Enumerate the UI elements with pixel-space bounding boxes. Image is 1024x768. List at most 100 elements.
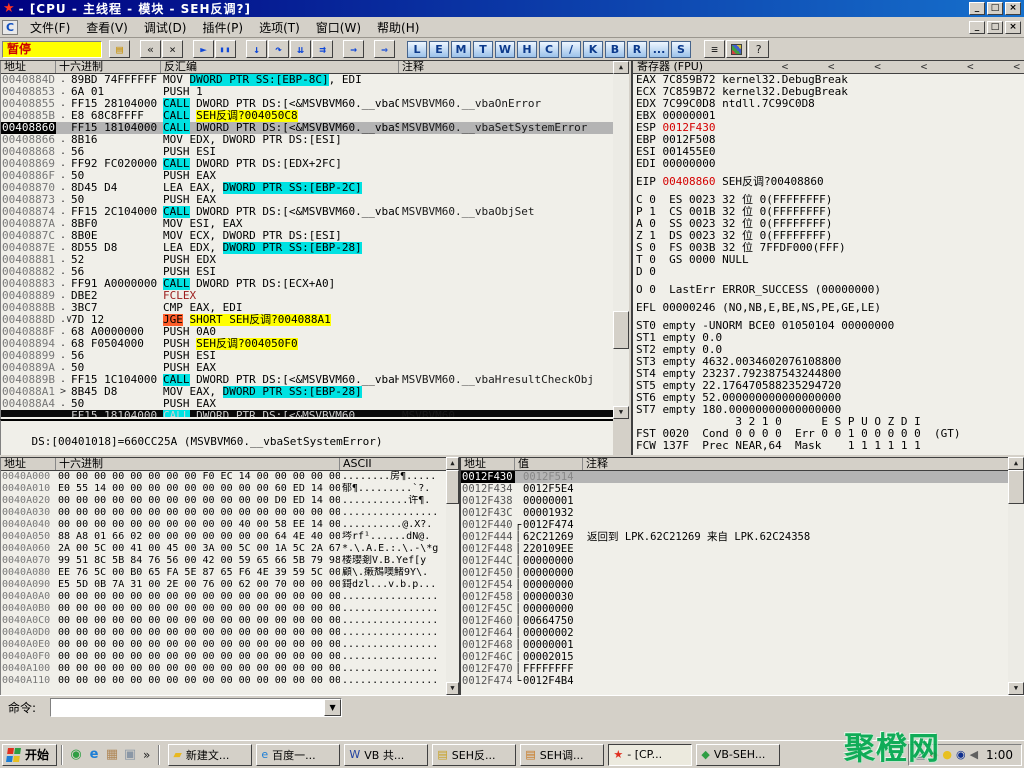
disasm-row[interactable]: 0040889A.50PUSH EAX	[1, 362, 613, 374]
tray-shield-icon[interactable]: ◆	[930, 749, 938, 760]
register-line[interactable]: ESP 0012F430	[633, 122, 1024, 134]
dump-row[interactable]: 0040A0E000 00 00 00 00 00 00 00 00 00 00…	[1, 639, 446, 651]
disasm-row[interactable]: 0040888D.∨7D 12JGE SHORT SEH反调?004088A1	[1, 314, 613, 326]
stack-scrollbar[interactable]: ▲ ▼	[1008, 457, 1024, 695]
dump-row[interactable]: 0040A05088 A8 01 66 02 00 00 00 00 00 00…	[1, 531, 446, 543]
register-line[interactable]: EDI 00000000	[633, 158, 1024, 170]
mdi-restore-button[interactable]: □	[987, 21, 1003, 34]
dump-row[interactable]: 0040A00000 00 00 00 00 00 00 00 F0 EC 14…	[1, 471, 446, 483]
chevron-down-icon[interactable]: ▼	[324, 699, 341, 716]
scroll-up-icon[interactable]: ▲	[1008, 457, 1024, 470]
dump-scrollbar[interactable]: ▲ ▼	[446, 457, 459, 695]
appearance-button[interactable]	[726, 40, 747, 58]
register-line[interactable]: Z 1 DS 0023 32 位 0(FFFFFFFF)	[633, 230, 1024, 242]
command-combobox[interactable]: ▼	[50, 698, 342, 717]
disasm-row[interactable]: 0040888B.3BC7CMP EAX, EDI	[1, 302, 613, 314]
disasm-row[interactable]: 00408870.8D45 D4LEA EAX, DWORD PTR SS:[E…	[1, 182, 613, 194]
toolbar-letter-B[interactable]: B	[605, 41, 625, 58]
dump-row[interactable]: 0040A0D000 00 00 00 00 00 00 00 00 00 00…	[1, 627, 446, 639]
stack-row[interactable]: 0012F440┌0012F474	[461, 519, 1008, 531]
dump-scroll-thumb[interactable]	[446, 470, 459, 504]
stack-row[interactable]: 0012F430 0012F514	[461, 471, 1008, 483]
stack-row[interactable]: 0012F458│00000030	[461, 591, 1008, 603]
disasm-row[interactable]: 00408853.6A 01PUSH 1	[1, 86, 613, 98]
ql-media-icon[interactable]: ▣	[121, 746, 139, 764]
restore-button[interactable]: □	[987, 2, 1003, 15]
dump-row[interactable]: 0040A02000 00 00 00 00 00 00 00 00 00 00…	[1, 495, 446, 507]
stack-row[interactable]: 0012F434 0012F5E4	[461, 483, 1008, 495]
disasm-row[interactable]: 0040887A.8BF0MOV ESI, EAX	[1, 218, 613, 230]
disasm-row[interactable]: 00408855.FF15 28104000CALL DWORD PTR DS:…	[1, 98, 613, 110]
stack-row[interactable]: 0012F46C│00002015	[461, 651, 1008, 663]
dump-col-address[interactable]: 地址	[1, 458, 56, 470]
minimize-button[interactable]: _	[969, 2, 985, 15]
chevron-right-icon[interactable]: »	[139, 748, 154, 762]
close-process-button[interactable]: ×	[162, 40, 183, 58]
task-seh-doc2[interactable]: ▤SEH调...	[520, 744, 604, 766]
start-button[interactable]: 开始	[2, 744, 57, 766]
disasm-row[interactable]: 00408873.50PUSH EAX	[1, 194, 613, 206]
disasm-row[interactable]: 00408889.DBE2FCLEX	[1, 290, 613, 302]
menu-help[interactable]: 帮助(H)	[369, 17, 427, 38]
stack-col-address[interactable]: 地址	[461, 458, 515, 470]
menu-options[interactable]: 选项(T)	[251, 17, 308, 38]
disasm-row[interactable]: FF15 18104000CALL DWORD PTR DS:[<&MSVBVM…	[1, 410, 613, 417]
dump-row[interactable]: 0040A0B000 00 00 00 00 00 00 00 00 00 00…	[1, 603, 446, 615]
dump-row[interactable]: 0040A0A000 00 00 00 00 00 00 00 00 00 00…	[1, 591, 446, 603]
tray-moon-icon[interactable]: ●	[942, 749, 952, 760]
stack-row[interactable]: 0012F470│FFFFFFFF	[461, 663, 1008, 675]
tray-volume-icon[interactable]: ◀	[970, 749, 978, 760]
dump-col-hex[interactable]: 十六进制	[56, 458, 340, 470]
task-seh-doc[interactable]: ▤SEH反...	[432, 744, 516, 766]
disasm-scrollbar[interactable]: ▲ ▼	[613, 61, 629, 419]
menu-window[interactable]: 窗口(W)	[308, 17, 369, 38]
task-vb-doc[interactable]: WVB 共...	[344, 744, 428, 766]
register-line[interactable]: O 0 LastErr ERROR_SUCCESS (00000000)	[633, 284, 1024, 296]
stack-row[interactable]: 0012F468│00000001	[461, 639, 1008, 651]
memory-dump-pane[interactable]: 地址 十六进制 ASCII 0040A00000 00 00 00 00 00 …	[0, 457, 446, 695]
disasm-row[interactable]: 00408866.8B16MOV EDX, DWORD PTR DS:[ESI]	[1, 134, 613, 146]
disasm-row[interactable]: 00408874.FF15 2C104000CALL DWORD PTR DS:…	[1, 206, 613, 218]
registers-pane[interactable]: 寄存器 (FPU) < < < < < < EAX 7C859B72 kerne…	[631, 61, 1024, 455]
disasm-row[interactable]: 0040887C.8B0EMOV ECX, DWORD PTR DS:[ESI]	[1, 230, 613, 242]
toolbar-letter-K[interactable]: K	[583, 41, 603, 58]
stack-row[interactable]: 0012F450│00000000	[461, 567, 1008, 579]
mdi-minimize-button[interactable]: _	[969, 21, 985, 34]
scroll-up-icon[interactable]: ▲	[613, 61, 629, 74]
dump-row[interactable]: 0040A0C000 00 00 00 00 00 00 00 00 00 00…	[1, 615, 446, 627]
toolbar-letter-E[interactable]: E	[429, 41, 449, 58]
toolbar-letter-C[interactable]: C	[539, 41, 559, 58]
taskbar-clock[interactable]: 1:00	[986, 748, 1013, 762]
stack-row[interactable]: 0012F448│220109EE	[461, 543, 1008, 555]
windows-list-button[interactable]: ≡	[704, 40, 725, 58]
register-line[interactable]: ST3 empty 4632.0034602076108800	[633, 356, 1024, 368]
task-ollydbg-cpu[interactable]: ★- [CP...	[608, 744, 692, 766]
registers-collapse-arrows[interactable]: < < < < < <	[782, 61, 1020, 73]
register-line[interactable]: D 0	[633, 266, 1024, 278]
disasm-row[interactable]: 00408899.56PUSH ESI	[1, 350, 613, 362]
disasm-row[interactable]: 004088A4.50PUSH EAX	[1, 398, 613, 410]
disassembly-pane[interactable]: 地址 十六进制 反汇编 注释 0040884D.89BD 74FFFFFFMOV…	[0, 61, 613, 419]
stack-row[interactable]: 0012F438 00000001	[461, 495, 1008, 507]
toolbar-letter-L[interactable]: L	[407, 41, 427, 58]
disasm-row[interactable]: 00408868.56PUSH ESI	[1, 146, 613, 158]
stack-row[interactable]: 0012F454│00000000	[461, 579, 1008, 591]
dump-row[interactable]: 0040A10000 00 00 00 00 00 00 00 00 00 00…	[1, 663, 446, 675]
stack-row[interactable]: 0012F44C│00000000	[461, 555, 1008, 567]
register-line[interactable]: ST5 empty 22.176470588235294720	[633, 380, 1024, 392]
run-button[interactable]: ►	[193, 40, 214, 58]
open-file-button[interactable]: ▤	[109, 40, 130, 58]
task-vb-seh[interactable]: ◆VB-SEH...	[696, 744, 780, 766]
disasm-row[interactable]: 004088A1>8B45 D8MOV EAX, DWORD PTR SS:[E…	[1, 386, 613, 398]
disasm-row[interactable]: 00408883.FF91 A0000000CALL DWORD PTR DS:…	[1, 278, 613, 290]
register-line[interactable]: ST7 empty 180.00000000000000000	[633, 404, 1024, 416]
col-header-address[interactable]: 地址	[1, 61, 56, 73]
toolbar-letter-dots[interactable]: ...	[649, 41, 669, 58]
register-line[interactable]: P 1 CS 001B 32 位 0(FFFFFFFF)	[633, 206, 1024, 218]
disasm-row[interactable]: 0040885B.E8 68C8FFFFCALL SEH反调?004050C8	[1, 110, 613, 122]
help-button[interactable]: ?	[748, 40, 769, 58]
dump-row[interactable]: 0040A03000 00 00 00 00 00 00 00 00 00 00…	[1, 507, 446, 519]
ql-desktop-icon[interactable]: ▦	[103, 746, 121, 764]
menu-debug[interactable]: 调试(D)	[136, 17, 195, 38]
mdi-close-button[interactable]: ×	[1005, 21, 1021, 34]
